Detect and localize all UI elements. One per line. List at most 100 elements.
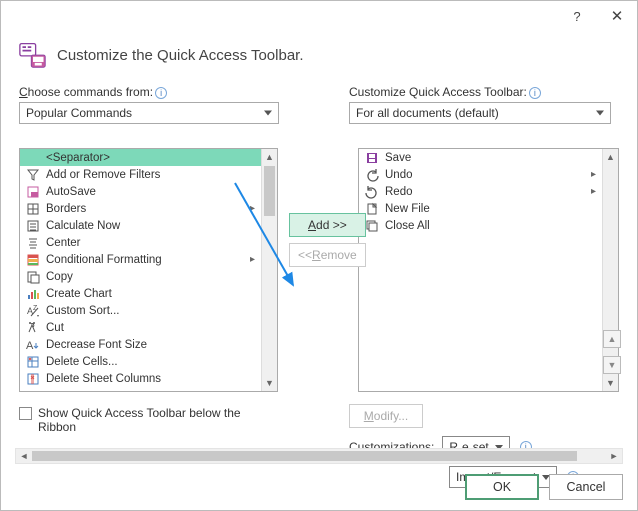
list-item[interactable]: Borders ▸: [20, 200, 261, 217]
scope-combo[interactable]: For all documents (default): [349, 102, 611, 124]
show-below-ribbon-checkbox[interactable]: [19, 407, 32, 420]
scroll-up[interactable]: ▲: [603, 149, 618, 165]
list-item[interactable]: Center: [20, 234, 261, 251]
show-below-ribbon-row: Show Quick Access Toolbar below the Ribb…: [19, 406, 279, 434]
flyout-indicator: ▸: [250, 254, 255, 265]
page-title: Customize the Quick Access Toolbar.: [57, 47, 304, 64]
command-icon: [26, 270, 40, 284]
command-icon: [26, 253, 40, 267]
scroll-thumb[interactable]: [32, 451, 577, 461]
footer: OK Cancel: [465, 474, 623, 500]
command-icon: [365, 151, 379, 165]
info-icon[interactable]: i: [155, 87, 167, 99]
list-item-label: Decrease Font Size: [46, 339, 147, 351]
list-item-label: Undo: [385, 169, 413, 181]
header-row: Customize the Quick Access Toolbar.: [19, 41, 619, 69]
list-item[interactable]: AZ Custom Sort...: [20, 302, 261, 319]
command-icon: [365, 185, 379, 199]
qat-icon: [19, 41, 47, 69]
list-item[interactable]: Undo ▸: [359, 166, 602, 183]
list-item-label: Custom Sort...: [46, 305, 120, 317]
command-icon: AZ: [26, 304, 40, 318]
list-item[interactable]: Conditional Formatting ▸: [20, 251, 261, 268]
command-icon: [26, 219, 40, 233]
list-item[interactable]: Add or Remove Filters: [20, 166, 261, 183]
svg-text:Z: Z: [33, 305, 38, 312]
content-area: Customize the Quick Access Toolbar. Choo…: [1, 31, 637, 488]
flyout-indicator: ▸: [250, 203, 255, 214]
command-icon: [26, 372, 40, 386]
flyout-indicator: ▸: [591, 186, 596, 197]
help-button[interactable]: ?: [557, 1, 597, 31]
list-item[interactable]: Cut: [20, 319, 261, 336]
flyout-indicator: ▸: [591, 169, 596, 180]
command-icon: [26, 287, 40, 301]
scroll-thumb[interactable]: [264, 166, 275, 216]
left-column: Choose commands from:i Popular Commands: [19, 85, 279, 124]
list-item-label: Center: [46, 237, 81, 249]
scroll-right[interactable]: ►: [606, 449, 622, 463]
close-button[interactable]: ✕: [597, 1, 637, 31]
scrollbar[interactable]: ▲ ▼: [261, 149, 277, 391]
list-item[interactable]: Close All: [359, 217, 602, 234]
command-icon: A: [26, 338, 40, 352]
command-icon: [26, 202, 40, 216]
right-column: Customize Quick Access Toolbar:i For all…: [349, 85, 611, 124]
command-icon: [26, 151, 40, 165]
list-item[interactable]: <Separator>: [20, 149, 261, 166]
list-item[interactable]: Delete Sheet Columns: [20, 370, 261, 387]
list-item-label: Add or Remove Filters: [46, 169, 160, 181]
command-icon: [26, 321, 40, 335]
command-icon: [26, 168, 40, 182]
transfer-buttons: Add >> << Remove: [289, 213, 366, 267]
modify-button[interactable]: Modify...: [349, 404, 423, 428]
list-item[interactable]: Redo ▸: [359, 183, 602, 200]
list-item-label: Close All: [385, 220, 430, 232]
lists-row: <Separator> Add or Remove Filters AutoSave…: [19, 148, 619, 392]
cancel-button[interactable]: Cancel: [549, 474, 623, 500]
list-item[interactable]: AutoSave: [20, 183, 261, 200]
show-below-ribbon-label: Show Quick Access Toolbar below the Ribb…: [38, 406, 279, 434]
customize-qat-label: Customize Quick Access Toolbar:i: [349, 85, 611, 99]
list-item-label: Delete Sheet Columns: [46, 373, 161, 385]
list-item-label: New File: [385, 203, 430, 215]
command-icon: [365, 168, 379, 182]
list-item[interactable]: A Decrease Font Size: [20, 336, 261, 353]
list-item[interactable]: Copy: [20, 268, 261, 285]
command-icon: [26, 236, 40, 250]
list-item-label: Delete Cells...: [46, 356, 118, 368]
list-item-label: Conditional Formatting: [46, 254, 162, 266]
titlebar: ? ✕: [1, 1, 637, 31]
available-commands-list[interactable]: <Separator> Add or Remove Filters AutoSave…: [19, 148, 278, 392]
list-item[interactable]: Create Chart: [20, 285, 261, 302]
list-item[interactable]: New File: [359, 200, 602, 217]
choose-from-label: Choose commands from:i: [19, 85, 279, 99]
move-down-button[interactable]: ▼: [603, 356, 621, 374]
move-up-button[interactable]: ▲: [603, 330, 621, 348]
scroll-up[interactable]: ▲: [262, 149, 277, 165]
list-item[interactable]: Calculate Now: [20, 217, 261, 234]
command-icon: [26, 355, 40, 369]
list-item-label: Calculate Now: [46, 220, 120, 232]
list-item-label: Save: [385, 152, 411, 164]
list-item-label: <Separator>: [46, 152, 110, 164]
list-item-label: Create Chart: [46, 288, 112, 300]
svg-text:A: A: [26, 340, 34, 352]
columns: Choose commands from:i Popular Commands …: [19, 85, 619, 124]
current-qat-list[interactable]: Save Undo ▸ Redo ▸ New File Close All ▲ ▼: [358, 148, 619, 392]
ok-button[interactable]: OK: [465, 474, 539, 500]
scroll-down[interactable]: ▼: [262, 375, 277, 391]
command-icon: [26, 185, 40, 199]
info-icon[interactable]: i: [529, 87, 541, 99]
add-button[interactable]: Add >>: [289, 213, 366, 237]
list-item[interactable]: Delete Cells...: [20, 353, 261, 370]
horizontal-scrollbar[interactable]: ◄ ►: [15, 448, 623, 464]
list-item-label: Redo: [385, 186, 413, 198]
list-item-label: Borders: [46, 203, 86, 215]
list-item-label: Copy: [46, 271, 73, 283]
list-item[interactable]: Save: [359, 149, 602, 166]
scroll-down[interactable]: ▼: [603, 375, 618, 391]
choose-from-combo[interactable]: Popular Commands: [19, 102, 279, 124]
remove-button[interactable]: << Remove: [289, 243, 366, 267]
scroll-left[interactable]: ◄: [16, 449, 32, 463]
